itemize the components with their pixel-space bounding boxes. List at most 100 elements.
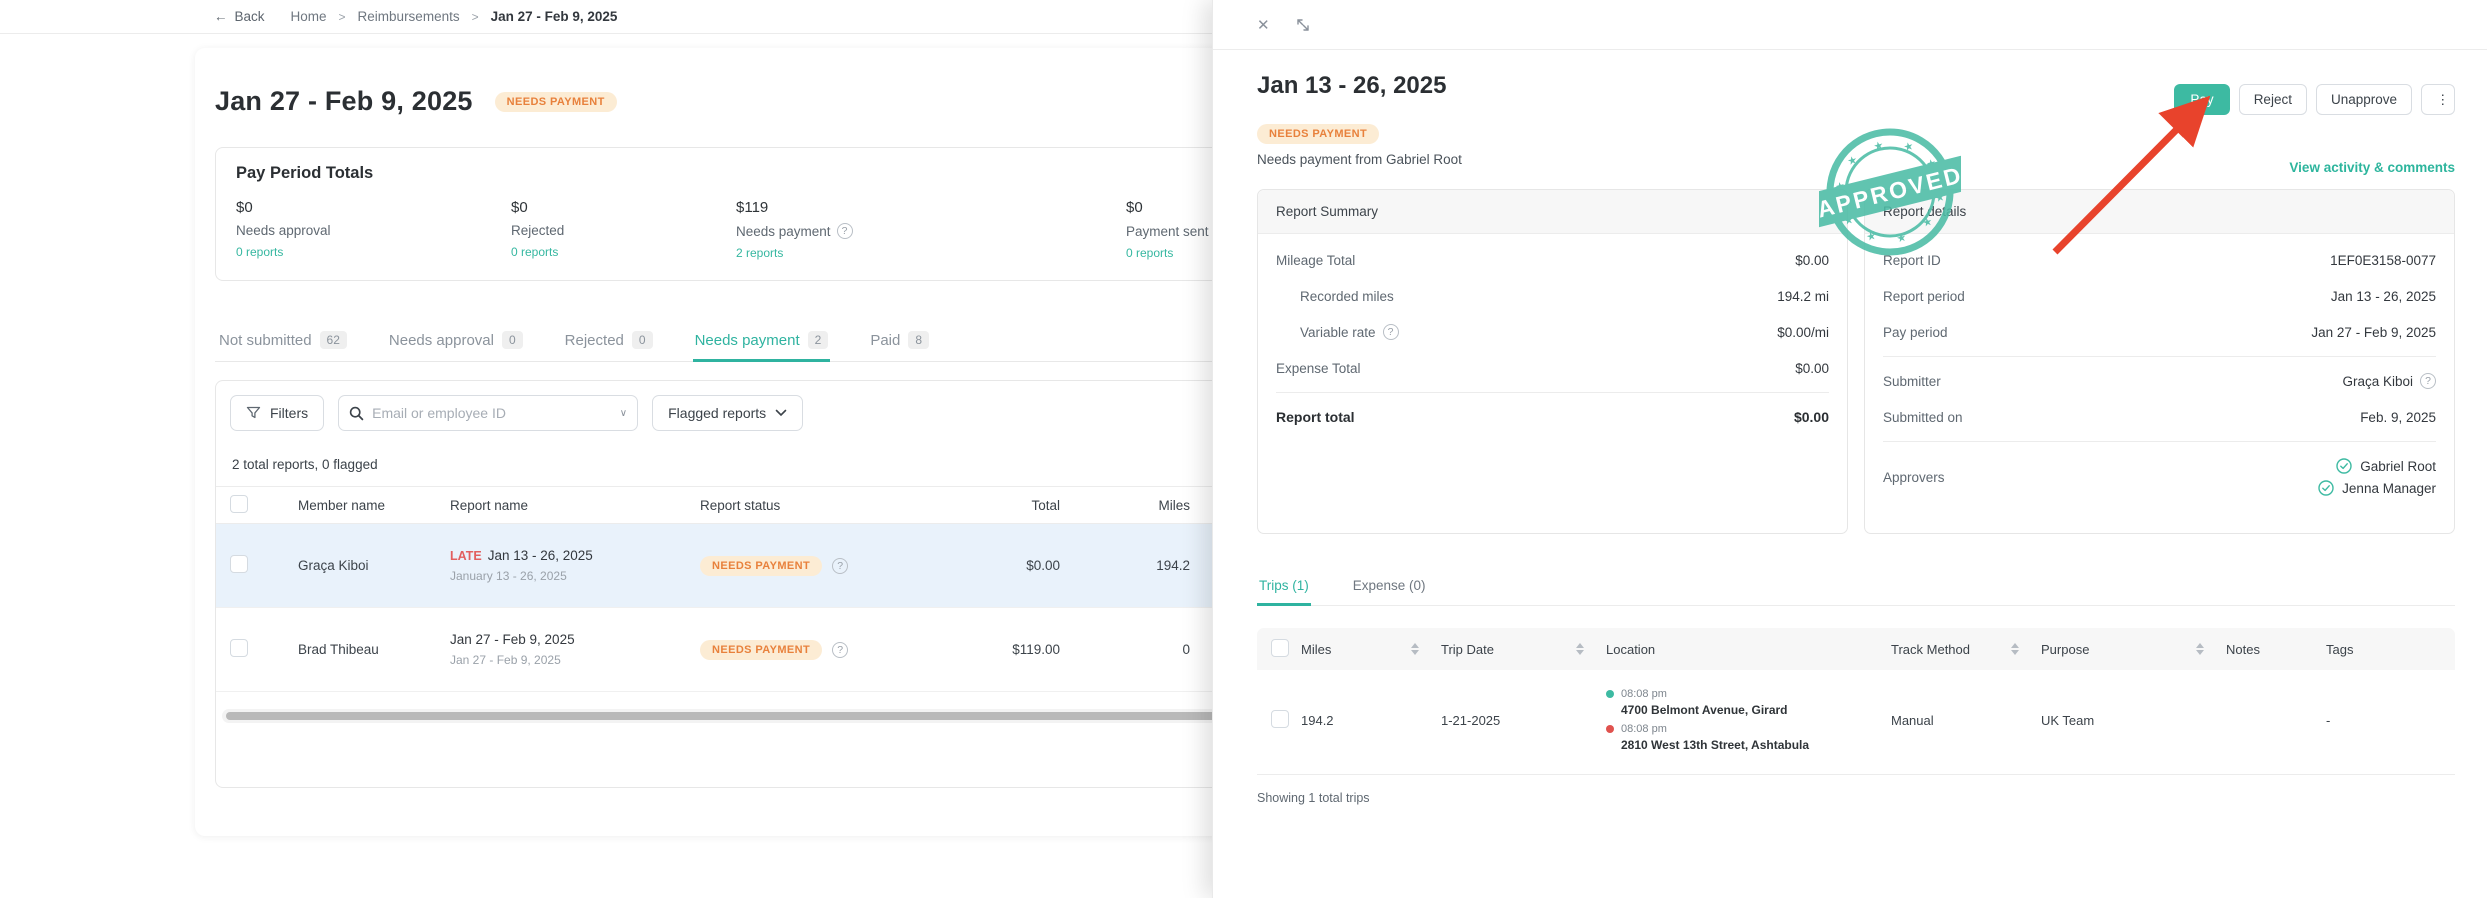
report-total: $119.00 bbox=[930, 642, 1060, 657]
col-member-name: Member name bbox=[260, 498, 450, 513]
sort-icon[interactable] bbox=[2196, 643, 2204, 655]
select-all-checkbox[interactable] bbox=[1271, 639, 1289, 657]
approver-name: Jenna Manager bbox=[2342, 481, 2436, 496]
trips-footer: Showing 1 total trips bbox=[1257, 791, 2455, 805]
col-miles: Miles bbox=[1060, 498, 1190, 513]
row-checkbox[interactable] bbox=[1271, 710, 1289, 728]
funnel-icon bbox=[246, 406, 261, 420]
report-miles: 0 bbox=[1060, 642, 1190, 657]
trip-miles: 194.2 bbox=[1301, 713, 1441, 728]
filters-button[interactable]: Filters bbox=[230, 395, 324, 431]
col-report-name: Report name bbox=[450, 498, 700, 513]
kv-value: Feb. 9, 2025 bbox=[2360, 410, 2436, 425]
tab-needs-approval[interactable]: Needs approval 0 bbox=[387, 325, 525, 361]
chevron-down-icon bbox=[775, 409, 787, 417]
search-box[interactable]: ∨ bbox=[338, 395, 638, 431]
report-summary-card: Report Summary Mileage Total $0.00 Recor… bbox=[1257, 189, 1848, 534]
col-purpose: Purpose bbox=[2041, 642, 2089, 657]
sort-icon[interactable] bbox=[1411, 643, 1419, 655]
total-amount: $119 bbox=[736, 199, 1126, 216]
chevron-down-icon[interactable]: ∨ bbox=[620, 408, 627, 419]
col-report-status: Report status bbox=[700, 498, 930, 513]
kv-label: Expense Total bbox=[1276, 361, 1361, 376]
expand-icon[interactable] bbox=[1296, 18, 1310, 32]
unapprove-button[interactable]: Unapprove bbox=[2316, 84, 2412, 115]
help-icon[interactable]: ? bbox=[837, 223, 853, 239]
tab-not-submitted[interactable]: Not submitted 62 bbox=[217, 325, 349, 361]
help-icon[interactable]: ? bbox=[2420, 373, 2436, 389]
start-dot-icon bbox=[1606, 690, 1614, 698]
reject-button[interactable]: Reject bbox=[2239, 84, 2307, 115]
check-circle-icon bbox=[2336, 458, 2352, 474]
tab-count: 2 bbox=[808, 331, 829, 349]
kebab-icon: ⋮ bbox=[2436, 92, 2450, 107]
search-input[interactable] bbox=[372, 405, 612, 421]
approver-name: Gabriel Root bbox=[2360, 459, 2436, 474]
member-name: Graça Kiboi bbox=[260, 558, 450, 573]
total-label: Needs approval bbox=[236, 223, 511, 238]
trip-row[interactable]: 194.2 1-21-2025 08:08 pm 4700 Belmont Av… bbox=[1257, 670, 2455, 775]
sort-icon[interactable] bbox=[2011, 643, 2019, 655]
total-amount: $0 bbox=[236, 199, 511, 216]
end-dot-icon bbox=[1606, 725, 1614, 733]
report-details-title: Report details bbox=[1865, 190, 2454, 234]
member-name: Brad Thibeau bbox=[260, 642, 450, 657]
chevron-right-icon: > bbox=[472, 10, 479, 24]
tab-count: 0 bbox=[502, 331, 523, 349]
status-badge: NEEDS PAYMENT bbox=[700, 640, 822, 660]
reports-link[interactable]: 0 reports bbox=[511, 245, 558, 259]
kv-label: Submitter bbox=[1883, 374, 1941, 389]
approvers-label: Approvers bbox=[1883, 458, 1945, 496]
flagged-reports-dropdown[interactable]: Flagged reports bbox=[652, 395, 803, 431]
kv-value: 194.2 mi bbox=[1777, 289, 1829, 304]
row-checkbox[interactable] bbox=[230, 639, 248, 657]
total-label: Rejected bbox=[511, 223, 736, 238]
reports-link[interactable]: 2 reports bbox=[736, 246, 783, 260]
reports-link[interactable]: 0 reports bbox=[1126, 246, 1173, 260]
tab-count: 0 bbox=[632, 331, 653, 349]
total-amount: $0 bbox=[511, 199, 736, 216]
breadcrumb-home[interactable]: Home bbox=[291, 9, 327, 24]
kv-label: Submitted on bbox=[1883, 410, 1963, 425]
trip-location: 08:08 pm 4700 Belmont Avenue, Girard 08:… bbox=[1606, 688, 1891, 752]
trip-purpose: UK Team bbox=[2041, 713, 2226, 728]
breadcrumb-reimbursements[interactable]: Reimbursements bbox=[358, 9, 460, 24]
back-link[interactable]: ← Back bbox=[214, 9, 265, 24]
select-all-checkbox[interactable] bbox=[230, 495, 248, 513]
report-detail-drawer: ✕ Pay Reject Unapprove ⋮ Jan 13 - 26, 20… bbox=[1212, 0, 2487, 898]
total-needs-payment: $119 Needs payment ? 2 reports bbox=[736, 199, 1126, 262]
report-total: $0.00 bbox=[930, 558, 1060, 573]
reports-link[interactable]: 0 reports bbox=[236, 245, 283, 259]
sort-icon[interactable] bbox=[1576, 643, 1584, 655]
status-badge: NEEDS PAYMENT bbox=[495, 92, 617, 112]
help-icon[interactable]: ? bbox=[832, 642, 848, 658]
help-icon[interactable]: ? bbox=[1383, 324, 1399, 340]
report-name: Jan 13 - 26, 2025 bbox=[488, 548, 593, 563]
col-trip-date: Trip Date bbox=[1441, 642, 1494, 657]
trip-date: 1-21-2025 bbox=[1441, 713, 1606, 728]
tab-label: Rejected bbox=[565, 332, 624, 349]
tab-needs-payment[interactable]: Needs payment 2 bbox=[693, 325, 831, 361]
tab-rejected[interactable]: Rejected 0 bbox=[563, 325, 655, 361]
trips-table-header: Miles Trip Date Location Track Method Pu… bbox=[1257, 628, 2455, 670]
approver: Gabriel Root bbox=[2336, 458, 2436, 474]
view-activity-link[interactable]: View activity & comments bbox=[2289, 160, 2455, 175]
total-rejected: $0 Rejected 0 reports bbox=[511, 199, 736, 262]
col-total: Total bbox=[930, 498, 1060, 513]
report-details-card: Report details Report ID 1EF0E3158-0077 … bbox=[1864, 189, 2455, 534]
col-miles: Miles bbox=[1301, 642, 1331, 657]
row-checkbox[interactable] bbox=[230, 555, 248, 573]
tab-expense[interactable]: Expense (0) bbox=[1351, 572, 1428, 605]
total-label: Payment sent bbox=[1126, 224, 1209, 239]
trips-expense-tabs: Trips (1) Expense (0) bbox=[1257, 572, 2455, 606]
trip-tags: - bbox=[2326, 713, 2455, 728]
help-icon[interactable]: ? bbox=[832, 558, 848, 574]
close-icon[interactable]: ✕ bbox=[1257, 16, 1270, 34]
late-flag: LATE bbox=[450, 549, 482, 563]
tab-paid[interactable]: Paid 8 bbox=[868, 325, 931, 361]
flagged-reports-label: Flagged reports bbox=[668, 405, 766, 421]
tab-trips[interactable]: Trips (1) bbox=[1257, 572, 1311, 605]
pay-button[interactable]: Pay bbox=[2174, 84, 2229, 115]
kv-value: Jan 13 - 26, 2025 bbox=[2331, 289, 2436, 304]
more-actions-button[interactable]: ⋮ bbox=[2421, 84, 2455, 115]
